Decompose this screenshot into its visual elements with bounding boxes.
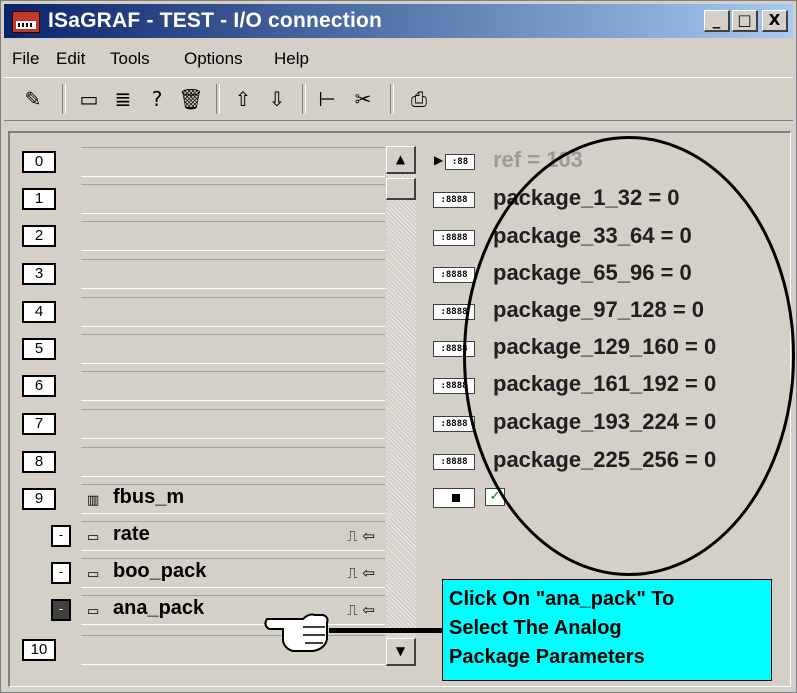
slot-row-fbus-m[interactable]: ▥ fbus_m bbox=[81, 484, 385, 514]
sub-slot-box[interactable]: - bbox=[51, 562, 71, 584]
io-board-icon: ▭ bbox=[87, 530, 100, 545]
integer-icon: :8888 bbox=[433, 230, 475, 246]
menu-tools[interactable]: Tools bbox=[110, 49, 150, 69]
callout-line: Select The Analog bbox=[449, 617, 622, 639]
slot-row[interactable] bbox=[81, 409, 385, 439]
slot-number[interactable]: 6 bbox=[22, 375, 56, 397]
highlight-ellipse bbox=[463, 136, 795, 576]
slot-number[interactable]: 9 bbox=[22, 488, 56, 510]
io-direction-icon: ⎍ ⇦ bbox=[347, 564, 375, 582]
toolbar: ✎ ▭ ≣ ? 🗑 ⇧ ⇩ ⊢ ✂ ⎙ bbox=[4, 77, 793, 121]
callout-pointer-line bbox=[329, 628, 444, 633]
arrow-down-icon[interactable]: ⇩ bbox=[262, 84, 292, 114]
slot-row[interactable] bbox=[81, 334, 385, 364]
sub-slot-row-ana-pack[interactable]: ▭ ana_pack ⎍ ⇦ bbox=[81, 595, 385, 625]
board-icon[interactable]: ▭ bbox=[74, 84, 104, 114]
slot-number[interactable]: 0 bbox=[22, 151, 56, 173]
io-board-icon: ▭ bbox=[87, 604, 100, 619]
menu-edit[interactable]: Edit bbox=[56, 49, 85, 69]
title-bar[interactable]: ISaGRAF - TEST - I/O connection _ □ X bbox=[4, 4, 793, 38]
toolbar-separator bbox=[390, 84, 394, 114]
slot-row[interactable] bbox=[81, 635, 385, 665]
list-icon[interactable]: ≣ bbox=[108, 84, 138, 114]
edit-icon[interactable]: ✎ bbox=[18, 84, 48, 114]
sub-slot-box[interactable]: - bbox=[51, 525, 71, 547]
integer-icon: :8888 bbox=[433, 454, 475, 470]
window-title: ISaGRAF - TEST - I/O connection bbox=[48, 9, 383, 32]
slot-number[interactable]: 2 bbox=[22, 225, 56, 247]
sub-slot-box-selected[interactable]: - bbox=[51, 599, 71, 621]
expand-arrow-icon[interactable]: ▶ bbox=[434, 153, 443, 167]
slot-row[interactable] bbox=[81, 259, 385, 289]
arrow-up-icon[interactable]: ⇧ bbox=[228, 84, 258, 114]
slot-label: fbus_m bbox=[113, 486, 185, 508]
io-direction-icon: ⎍ ⇦ bbox=[347, 527, 375, 545]
print-icon[interactable]: ⎙ bbox=[404, 84, 434, 114]
integer-icon: :8888 bbox=[433, 416, 475, 432]
scroll-thumb[interactable] bbox=[386, 178, 416, 200]
slot-number[interactable]: 5 bbox=[22, 338, 56, 360]
slot-number[interactable]: 7 bbox=[22, 413, 56, 435]
slot-row[interactable] bbox=[81, 221, 385, 251]
toolbar-separator bbox=[62, 84, 66, 114]
integer-icon: :8888 bbox=[433, 267, 475, 283]
scroll-up-button[interactable]: ▲ bbox=[386, 146, 416, 174]
close-button[interactable]: X bbox=[762, 10, 788, 32]
io-board-icon: ▭ bbox=[87, 567, 100, 582]
toolbar-separator bbox=[216, 84, 220, 114]
integer-icon: :8888 bbox=[433, 192, 475, 208]
maximize-button[interactable]: □ bbox=[732, 10, 758, 32]
minimize-button[interactable]: _ bbox=[704, 10, 730, 32]
slot-row[interactable] bbox=[81, 147, 385, 177]
sub-slot-row-boo-pack[interactable]: ▭ boo_pack ⎍ ⇦ bbox=[81, 558, 385, 588]
instruction-callout: Click On "ana_pack" To Select The Analog… bbox=[442, 579, 772, 681]
sub-slot-label: ana_pack bbox=[113, 597, 205, 619]
marker-icon bbox=[452, 494, 460, 502]
callout-line: Click On "ana_pack" To bbox=[449, 588, 675, 610]
menu-file[interactable]: File bbox=[12, 49, 39, 69]
menu-bar: File Edit Tools Options Help bbox=[4, 41, 793, 75]
slot-row[interactable] bbox=[81, 184, 385, 214]
empty-value-field[interactable] bbox=[433, 488, 475, 508]
isagraf-window: ISaGRAF - TEST - I/O connection _ □ X Fi… bbox=[0, 0, 797, 693]
toolbar-separator bbox=[302, 84, 306, 114]
menu-help[interactable]: Help bbox=[274, 49, 309, 69]
help-icon[interactable]: ? bbox=[142, 84, 172, 114]
sub-slot-label: rate bbox=[113, 523, 150, 545]
slot-number[interactable]: 1 bbox=[22, 188, 56, 210]
slot-number[interactable]: 10 bbox=[22, 639, 56, 661]
integer-icon: :88 bbox=[445, 154, 475, 170]
sub-slot-row-rate[interactable]: ▭ rate ⎍ ⇦ bbox=[81, 521, 385, 551]
scroll-down-button[interactable]: ▼ bbox=[386, 638, 416, 666]
cut-icon[interactable]: ✂ bbox=[348, 84, 378, 114]
slot-row[interactable] bbox=[81, 371, 385, 401]
app-icon bbox=[12, 11, 40, 33]
vertical-scrollbar[interactable]: ▲ ▼ bbox=[386, 146, 416, 666]
slot-number[interactable]: 3 bbox=[22, 263, 56, 285]
board-icon: ▥ bbox=[87, 493, 100, 508]
slot-number[interactable]: 8 bbox=[22, 451, 56, 473]
slot-row[interactable] bbox=[81, 447, 385, 477]
trash-icon[interactable]: 🗑 bbox=[176, 84, 206, 114]
sub-slot-label: boo_pack bbox=[113, 560, 207, 582]
io-direction-icon: ⎍ ⇦ bbox=[347, 601, 375, 619]
callout-line: Package Parameters bbox=[449, 646, 645, 668]
slot-row[interactable] bbox=[81, 297, 385, 327]
menu-options[interactable]: Options bbox=[184, 49, 243, 69]
tree-icon[interactable]: ⊢ bbox=[312, 84, 342, 114]
pointing-hand-icon bbox=[264, 613, 329, 652]
slot-number[interactable]: 4 bbox=[22, 301, 56, 323]
